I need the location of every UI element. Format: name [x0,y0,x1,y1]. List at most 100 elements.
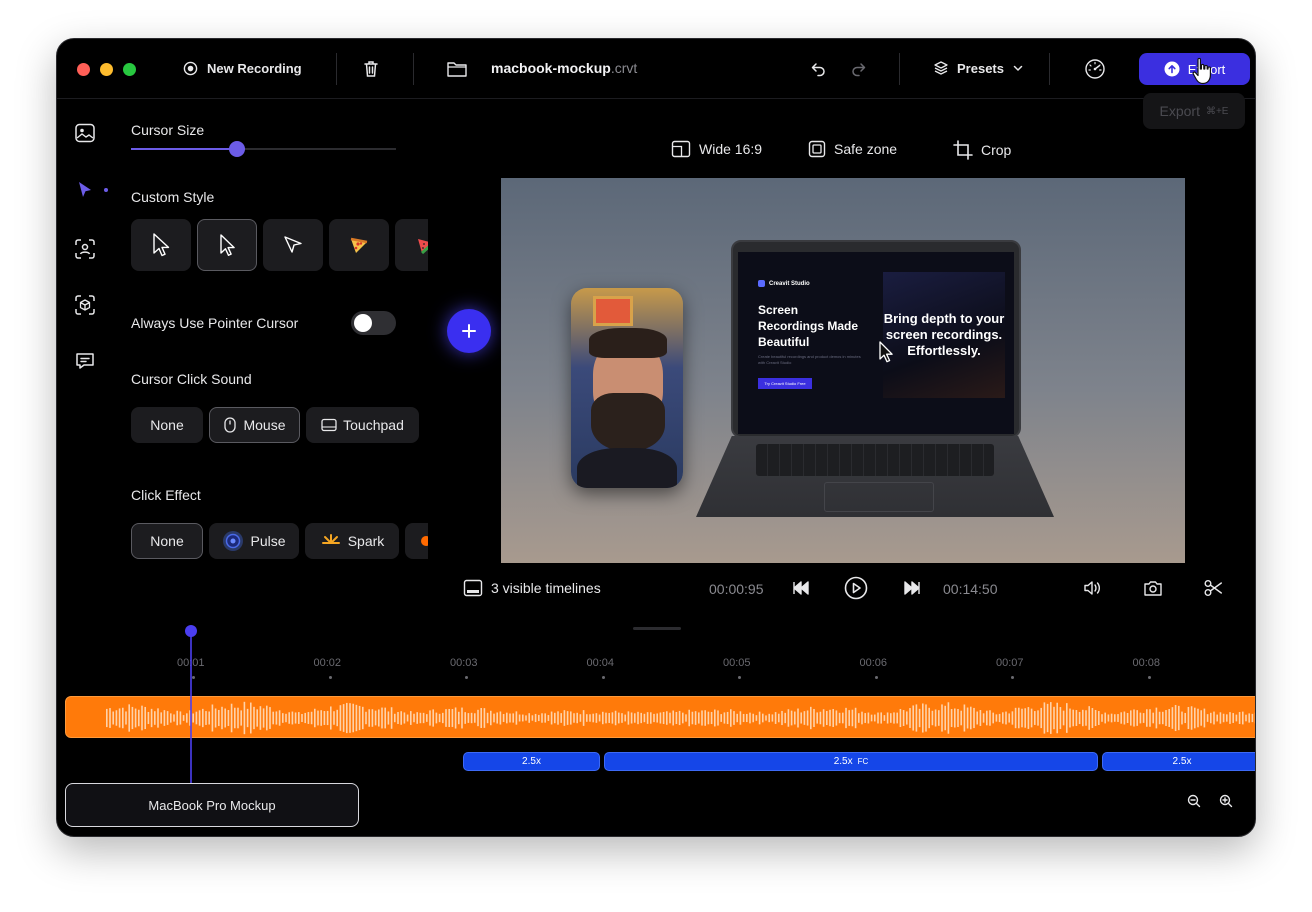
skip-forward-button[interactable] [902,579,922,602]
sound-none-button[interactable]: None [131,407,203,443]
waveform-bar [813,708,815,728]
waveform-bar [579,714,582,722]
pointer-cursor-toggle[interactable] [351,311,396,335]
effect-spark-button[interactable]: Spark [305,523,399,559]
webcam-overlay[interactable] [571,288,683,488]
waveform-bar [496,712,498,724]
open-folder-button[interactable] [446,59,468,84]
cursor-style-arrow[interactable] [131,219,191,271]
waveform-bar [374,710,377,726]
crop-button[interactable]: Crop [953,140,1011,160]
performance-button[interactable] [1084,58,1106,85]
cursor-style-watermelon[interactable] [395,219,428,271]
add-element-button[interactable] [447,309,491,353]
skip-back-button[interactable] [791,579,811,602]
comment-icon[interactable] [73,349,97,373]
waveform-bar [506,712,508,724]
sound-touchpad-button[interactable]: Touchpad [306,407,419,443]
waveform-bar [160,712,162,724]
visible-timelines-button[interactable]: 3 visible timelines [463,579,601,597]
background-image-icon[interactable] [73,121,97,145]
laptop-trackpad [824,482,934,512]
waveform-bar [694,711,697,725]
mockup-track[interactable]: MacBook Pro Mockup [65,783,359,827]
cursor-style-pointer[interactable] [263,219,323,271]
zoom-segment[interactable]: 2.5x FC [604,752,1098,771]
aspect-ratio-button[interactable]: Wide 16:9 [671,140,762,158]
waveform-bar [992,712,994,724]
cursor-size-handle[interactable] [229,141,245,157]
waveform-bar [867,712,870,724]
waveform-bar [714,709,716,727]
new-recording-button[interactable]: New Recording [183,61,302,76]
waveform-bar [349,703,351,733]
waveform-bar [214,708,217,728]
effect-none-button[interactable]: None [131,523,203,559]
waveform-bar [1197,708,1199,728]
waveform-bar [790,710,793,726]
waveform-bar [304,712,306,724]
waveform-bar [1008,713,1010,723]
close-window-button[interactable] [77,63,90,76]
waveform-bar [989,710,991,726]
preview-canvas[interactable]: Creavit Studio Screen Recordings Made Be… [501,178,1185,563]
waveform-bar [688,709,690,727]
waveform-bar [816,712,818,724]
cursor-style-list [131,219,428,271]
waveform-bar [128,704,130,732]
panel-resize-handle[interactable] [633,627,681,630]
zoom-segment[interactable]: 2.5x [463,752,600,771]
zoom-segment-label: 2.5x [833,756,853,767]
effect-pulse-button[interactable]: Pulse [209,523,299,559]
undo-icon [811,63,825,77]
redo-button[interactable] [849,60,867,83]
waveform-bar [851,709,854,727]
waveform-bar [739,711,742,725]
zoom-in-button[interactable] [1219,794,1233,813]
minimize-window-button[interactable] [100,63,113,76]
screen-headline: Screen Recordings Made Beautiful [758,303,859,349]
waveform-bar [598,714,601,722]
waveform-bar [858,713,860,723]
pulse-icon [223,531,244,551]
cursor-style-pizza[interactable] [329,219,389,271]
waveform-bar [330,706,332,730]
waveform-bar [1027,707,1030,729]
screenshot-button[interactable] [1143,579,1163,602]
timeline-tick-label: 00:08 [1132,657,1161,669]
waveform-bar [170,713,172,723]
delete-button[interactable] [361,59,381,84]
waveform-bar [422,712,425,724]
safe-zone-button[interactable]: Safe zone [808,140,897,158]
camera-frame-icon[interactable] [73,237,97,261]
waveform-bar [1056,702,1058,734]
file-name[interactable]: macbook-mockup.crvt [491,60,637,76]
cursor-tab-icon[interactable] [73,179,97,203]
waveform-bar [784,712,786,724]
waveform-bar [147,711,150,725]
waveform-bar [384,707,386,729]
waveform-bar [1024,708,1026,728]
waveform-bar [118,708,121,728]
undo-button[interactable] [810,60,828,83]
maximize-window-button[interactable] [123,63,136,76]
zoom-in-icon [1219,794,1233,808]
waveform-bar [941,704,943,732]
cursor-size-slider[interactable] [131,141,396,157]
volume-button[interactable] [1083,579,1103,602]
sound-mouse-button[interactable]: Mouse [209,407,300,443]
volume-icon [1084,581,1100,595]
waveform-bar [512,713,514,723]
3d-box-icon[interactable] [73,293,97,317]
zoom-segment[interactable]: 2.5x [1102,752,1255,771]
audio-track[interactable] [65,696,1255,738]
cursor-style-arrow-alt[interactable] [197,219,257,271]
waveform-bar [675,711,678,725]
zoom-out-button[interactable] [1187,794,1201,813]
split-button[interactable] [1203,579,1223,602]
waveform-bar [1238,712,1241,724]
presets-dropdown[interactable]: Presets [933,60,1024,76]
effect-more-button[interactable] [405,523,428,559]
play-button[interactable] [844,576,868,605]
waveform-bar [1165,710,1167,726]
